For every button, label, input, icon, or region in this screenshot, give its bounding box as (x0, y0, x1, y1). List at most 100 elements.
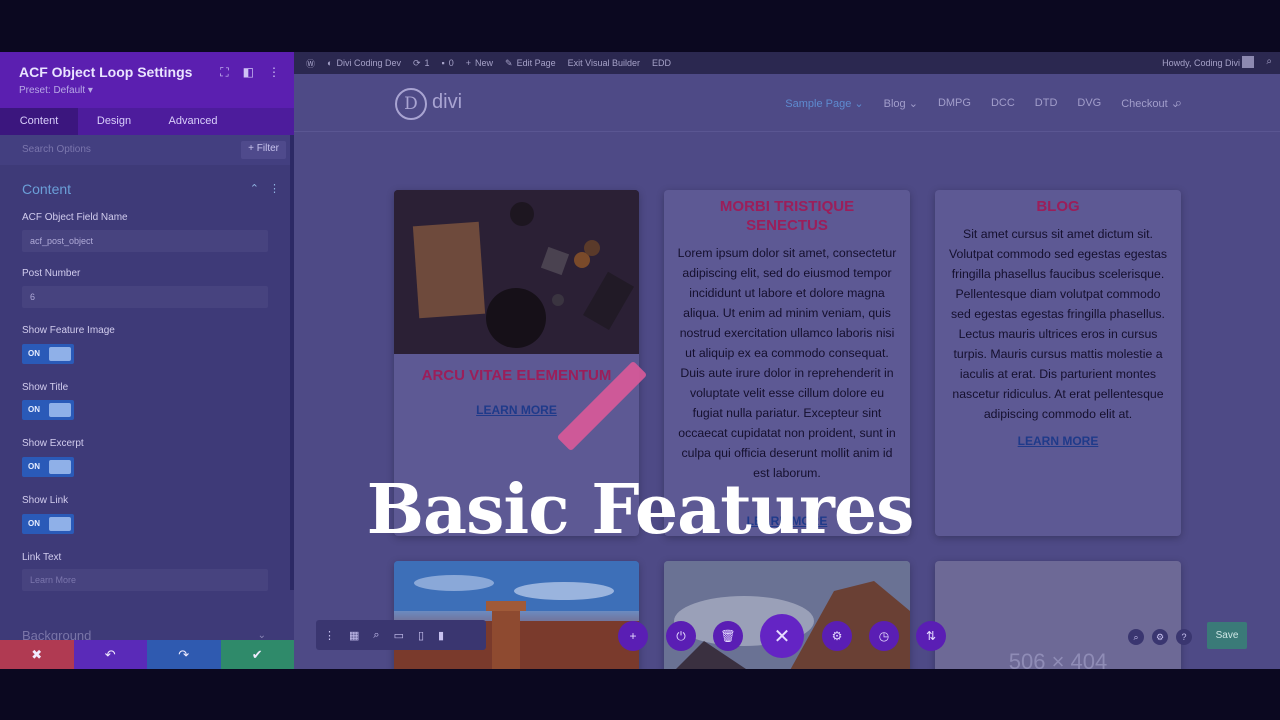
toggle-knob (49, 403, 71, 417)
card-feature-image[interactable] (394, 190, 639, 354)
card-feature-image[interactable] (394, 561, 639, 669)
split-view-icon[interactable]: ◧ (243, 65, 254, 80)
desk-photo (394, 190, 639, 354)
page-settings-button[interactable]: ⚙ (822, 621, 852, 651)
link-text-input[interactable]: Learn More (22, 569, 268, 591)
filter-button[interactable]: + Filter (241, 141, 286, 159)
confirm-button[interactable]: ✔ (220, 640, 294, 669)
image-placeholder[interactable]: 506 × 404 (935, 561, 1181, 669)
wp-admin-bar: Ⓦ ◐ Divi Coding Dev ⟳ 1 ▪ 0 + New ✎ Edit Page… (294, 52, 1280, 74)
show-excerpt-label: Show Excerpt (22, 438, 84, 449)
close-icon: ✖ (31, 646, 43, 662)
site-logo-text[interactable]: divi (432, 91, 462, 114)
search-row: Search Options + Filter (0, 135, 294, 165)
tab-content[interactable]: Content (0, 108, 78, 135)
site-header: D divi Sample Page ⌄ Blog ⌄ DMPG DCC DTD… (294, 74, 1280, 132)
undo-button[interactable]: ↶ (73, 640, 147, 669)
nav-item-dvg[interactable]: DVG (1077, 97, 1101, 110)
search-options-input[interactable]: Search Options (22, 144, 91, 155)
nav-item-blog[interactable]: Blog ⌄ (884, 97, 918, 110)
wordpress-logo-icon[interactable]: Ⓦ (306, 57, 315, 70)
post-number-label: Post Number (22, 268, 81, 279)
load-layout-button[interactable]: ⏻ (666, 621, 696, 651)
discard-button[interactable]: ✖ (0, 640, 74, 669)
card-excerpt: Lorem ipsum dolor sit amet, consectetur … (677, 246, 897, 480)
admin-exit-builder[interactable]: Exit Visual Builder (568, 58, 640, 68)
show-title-toggle[interactable]: ON (22, 400, 74, 420)
expand-icon[interactable]: ⛶ (220, 65, 228, 80)
admin-howdy[interactable]: Howdy, Coding Divi (1162, 58, 1240, 68)
portability-button[interactable]: ⇅ (916, 621, 946, 651)
phone-icon[interactable]: ▮ (438, 629, 444, 642)
save-button[interactable]: Save (1207, 622, 1247, 649)
refresh-icon: ⟳ (412, 57, 421, 68)
zoom-icon[interactable]: ⌕ (373, 629, 379, 642)
history-button[interactable]: ◷ (869, 621, 899, 651)
nav-item-dmpg[interactable]: DMPG (938, 97, 971, 110)
nav-item-sample-page[interactable]: Sample Page ⌄ (785, 97, 863, 110)
plus-icon: + (465, 58, 472, 68)
dashboard-icon: ◐ (327, 58, 333, 68)
divi-logo-icon[interactable]: D (395, 88, 427, 120)
panel-header-icons: ⛶ ◧ ⋮ (220, 65, 280, 80)
admin-site-name[interactable]: ◐ Divi Coding Dev (327, 58, 401, 68)
show-feature-image-toggle[interactable]: ON (22, 344, 74, 364)
search-icon[interactable]: ⌕ (1175, 95, 1182, 111)
more-options-icon[interactable]: ⋮ (268, 65, 280, 80)
overlay-title: Basic Features (366, 470, 915, 550)
clear-layout-button[interactable]: 🗑 (713, 621, 743, 651)
gear-icon: ⚙ (831, 629, 843, 643)
wireframe-icon[interactable]: ▦ (349, 629, 359, 642)
card-excerpt: Sit amet cursus sit amet dictum sit. Vol… (948, 227, 1168, 421)
chevron-up-icon[interactable]: ⌃ (250, 182, 259, 195)
section-more-icon[interactable]: ⋮ (269, 182, 280, 195)
card-title[interactable]: MORBI TRISTIQUE SENECTUS (664, 197, 910, 235)
tab-advanced[interactable]: Advanced (150, 108, 236, 135)
nav-item-checkout[interactable]: Checkout ⌄ (1121, 97, 1180, 110)
redo-icon: ↷ (178, 646, 190, 662)
post-number-input[interactable]: 6 (22, 286, 268, 308)
help-icon[interactable]: ? (1176, 629, 1192, 645)
acf-field-name-label: ACF Object Field Name (22, 212, 128, 223)
admin-edit-page[interactable]: ✎ Edit Page (505, 58, 556, 69)
tab-design[interactable]: Design (78, 108, 150, 135)
add-module-button[interactable]: + (618, 621, 648, 651)
link-text-label: Link Text (22, 552, 62, 563)
content-section-title[interactable]: Content (22, 181, 71, 197)
menu-dots-icon[interactable]: ⋮ (324, 629, 335, 642)
avatar[interactable] (1242, 56, 1254, 68)
card-title[interactable]: ARCU VITAE ELEMENTUM (394, 366, 639, 385)
toggle-knob (49, 347, 71, 361)
plus-icon: + (629, 629, 637, 643)
show-feature-image-label: Show Feature Image (22, 325, 115, 336)
gear-icon[interactable]: ⚙ (1152, 629, 1168, 645)
admin-edd[interactable]: EDD (652, 58, 671, 68)
admin-new[interactable]: + New (466, 58, 493, 68)
main-nav: Sample Page ⌄ Blog ⌄ DMPG DCC DTD DVG Ch… (785, 97, 1180, 110)
redo-button[interactable]: ↷ (147, 640, 221, 669)
close-builder-button[interactable]: ✕ (760, 614, 804, 658)
admin-updates[interactable]: ⟳ 1 (413, 58, 430, 69)
toggle-on-text: ON (28, 349, 40, 358)
comment-icon: ▪ (441, 58, 445, 68)
nav-item-dcc[interactable]: DCC (991, 97, 1015, 110)
tablet-icon[interactable]: ▯ (418, 629, 424, 642)
learn-more-link[interactable]: LEARN MORE (935, 434, 1181, 448)
placeholder-size: 506 × 404 (1008, 649, 1108, 669)
preset-selector[interactable]: Preset: Default ▾ (19, 85, 93, 96)
settings-panel: ACF Object Loop Settings Preset: Default… (0, 52, 294, 669)
clock-icon: ◷ (878, 629, 890, 643)
trash-icon: 🗑 (720, 629, 736, 643)
search-icon[interactable]: ⌕ (1266, 56, 1272, 67)
search-icon[interactable]: ⌕ (1128, 629, 1144, 645)
toggle-on-text: ON (28, 405, 40, 414)
panel-title: ACF Object Loop Settings (19, 64, 193, 80)
canyon-photo (394, 561, 639, 669)
power-icon: ⏻ (676, 628, 686, 643)
show-title-label: Show Title (22, 382, 69, 393)
card-title[interactable]: BLOG (935, 197, 1181, 216)
desktop-icon[interactable]: ▭ (394, 629, 404, 642)
admin-comments[interactable]: ▪ 0 (442, 58, 454, 68)
acf-field-name-input[interactable]: acf_post_object (22, 230, 268, 252)
nav-item-dtd[interactable]: DTD (1035, 97, 1058, 110)
